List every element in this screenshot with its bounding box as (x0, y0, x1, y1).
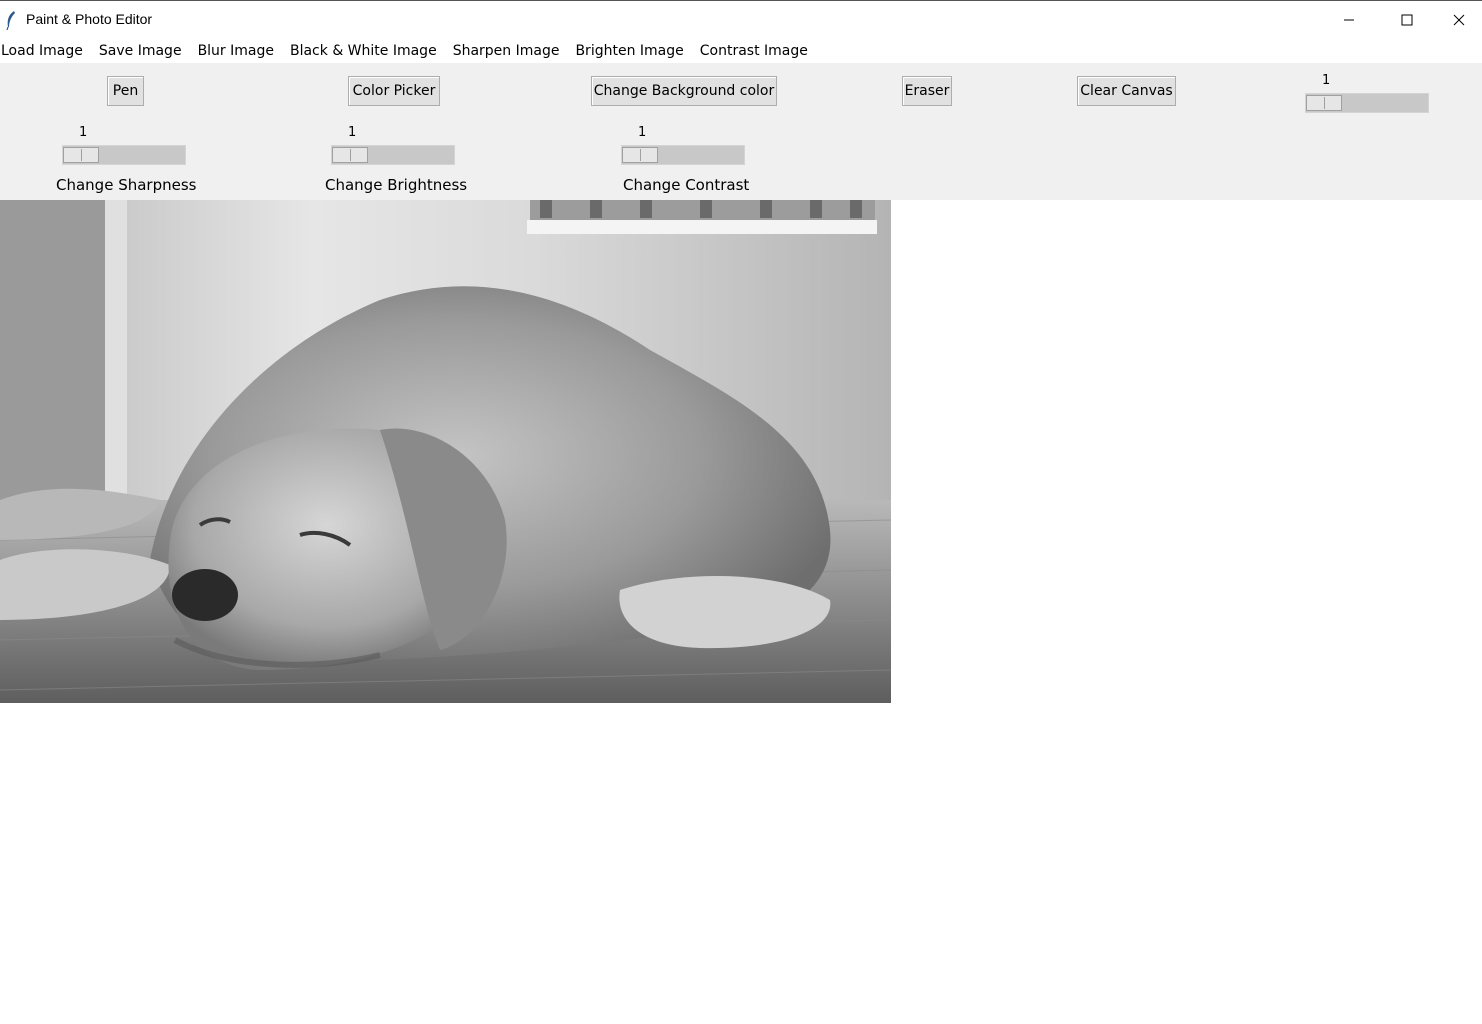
close-button[interactable] (1436, 1, 1482, 39)
title-bar: Paint & Photo Editor (0, 1, 1482, 39)
menu-brighten-image[interactable]: Brighten Image (567, 39, 691, 63)
color-picker-button[interactable]: Color Picker (348, 76, 440, 106)
contrast-label: Change Contrast (623, 176, 750, 194)
sharpness-value: 1 (79, 125, 88, 140)
loaded-photo (0, 200, 891, 703)
menu-bar: Load Image Save Image Blur Image Black &… (0, 39, 1482, 63)
menu-contrast-image[interactable]: Contrast Image (692, 39, 816, 63)
window-title: Paint & Photo Editor (26, 11, 153, 27)
menu-blur-image[interactable]: Blur Image (190, 39, 282, 63)
pen-size-slider[interactable] (1306, 95, 1342, 111)
change-background-color-button[interactable]: Change Background color (591, 76, 777, 106)
brightness-value: 1 (348, 125, 357, 140)
tool-panel: Pen Color Picker Change Background color… (0, 63, 1482, 200)
close-icon (1453, 14, 1465, 26)
minimize-button[interactable] (1320, 1, 1378, 39)
menu-load-image[interactable]: Load Image (0, 39, 91, 63)
brightness-label: Change Brightness (325, 176, 468, 194)
drawing-canvas[interactable] (0, 200, 1482, 1024)
contrast-value: 1 (638, 125, 647, 140)
minimize-icon (1344, 19, 1354, 21)
sharpness-slider[interactable] (63, 147, 99, 163)
clear-canvas-button[interactable]: Clear Canvas (1077, 76, 1176, 106)
contrast-slider[interactable] (622, 147, 658, 163)
sharpness-label: Change Sharpness (56, 176, 197, 194)
maximize-icon (1401, 14, 1413, 26)
pen-size-value: 1 (1322, 73, 1331, 88)
maximize-button[interactable] (1378, 1, 1436, 39)
menu-sharpen-image[interactable]: Sharpen Image (445, 39, 568, 63)
app-window: Paint & Photo Editor Load Image Save Ima… (0, 0, 1482, 1024)
feather-icon (6, 11, 15, 30)
brightness-slider[interactable] (332, 147, 368, 163)
pen-button[interactable]: Pen (107, 76, 144, 106)
menu-save-image[interactable]: Save Image (91, 39, 190, 63)
eraser-button[interactable]: Eraser (902, 76, 952, 106)
menu-black-white-image[interactable]: Black & White Image (282, 39, 445, 63)
